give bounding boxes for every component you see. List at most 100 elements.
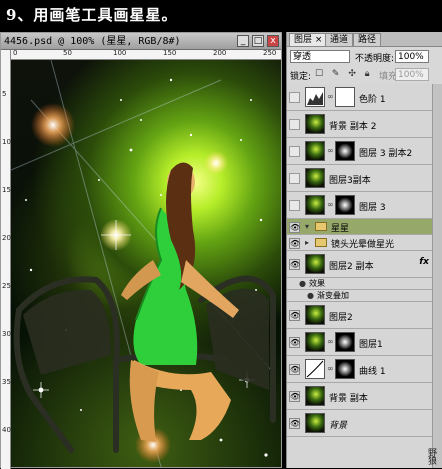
layer-row[interactable]: 👁︎ ∞ 图层1 xyxy=(287,329,433,356)
layer-row[interactable]: ∞ 色阶 1 xyxy=(287,84,433,111)
layer-thumbnail xyxy=(305,141,325,161)
lock-label: 锁定: xyxy=(290,72,312,82)
layer-name: 图层2 副本 xyxy=(329,262,374,272)
layer-name: 图层3副本 xyxy=(329,176,371,186)
tab-paths[interactable]: 路径 xyxy=(353,33,382,46)
document-window: 4456.psd @ 100% (星星, RGB/8#) _ □ x 0 50 10… xyxy=(0,32,282,469)
layers-panel: 图层 × 通道 路径 穿透 不透明度: 100% 锁定: ☐ ✎ ✣ 🔒︎ 填充… xyxy=(286,32,442,468)
ruler-tick-label: 10 xyxy=(2,138,11,146)
layer-row[interactable]: 图层3副本 xyxy=(287,165,433,192)
ruler-tick-label: 250 xyxy=(263,49,277,57)
layer-name: 效果 xyxy=(309,279,325,288)
layer-mask-thumbnail[interactable] xyxy=(335,195,355,215)
opacity-input[interactable]: 100% xyxy=(395,50,429,63)
close-button[interactable]: x xyxy=(267,35,279,47)
layer-row[interactable]: 背景 副本 2 xyxy=(287,111,433,138)
maximize-button[interactable]: □ xyxy=(252,35,264,47)
link-chain-icon[interactable]: ∞ xyxy=(327,337,334,346)
eye-icon[interactable]: ● xyxy=(299,279,306,288)
layer-mask-thumbnail[interactable] xyxy=(335,359,355,379)
layer-effect-row[interactable]: ● 效果 xyxy=(287,278,433,290)
ruler-tick-label: 100 xyxy=(113,49,127,57)
layer-name: 图层2 xyxy=(329,313,353,323)
layer-mask-thumbnail[interactable] xyxy=(335,141,355,161)
folder-icon xyxy=(315,222,327,231)
document-titlebar[interactable]: 4456.psd @ 100% (星星, RGB/8#) _ □ x xyxy=(1,33,281,50)
eye-icon[interactable]: ● xyxy=(307,291,314,300)
layer-row[interactable]: ∞ 图层 3 xyxy=(287,192,433,219)
visibility-eye-icon[interactable]: 👁︎ xyxy=(289,391,300,402)
visibility-eye-icon[interactable]: 👁︎ xyxy=(289,259,300,270)
layer-row[interactable]: 👁︎ ▾ 星星 xyxy=(287,219,433,235)
blend-mode-select[interactable]: 穿透 xyxy=(290,50,350,63)
layer-thumbnail xyxy=(305,359,325,379)
visibility-eye-icon[interactable]: 👁︎ xyxy=(289,418,300,429)
minimize-button[interactable]: _ xyxy=(237,35,249,47)
layer-name: 图层 3 xyxy=(359,203,386,213)
layer-effect-row[interactable]: ● 渐变叠加 xyxy=(287,290,433,302)
ruler-tick-label: 30 xyxy=(2,330,11,338)
visibility-eye-icon[interactable] xyxy=(289,92,300,103)
ruler-tick-label: 15 xyxy=(2,186,11,194)
link-chain-icon[interactable]: ∞ xyxy=(327,364,334,373)
visibility-eye-icon[interactable]: 👁︎ xyxy=(289,337,300,348)
layer-thumbnail xyxy=(305,114,325,134)
document-title: 4456.psd @ 100% (星星, RGB/8#) xyxy=(4,36,181,47)
layers-list: ∞ 色阶 1 背景 副本 2 ∞ 图层 3 副本2 图层3副本 ∞ 图层 3 👁︎ ▾ 星星 👁︎ ▸ 镜… xyxy=(287,84,433,468)
visibility-eye-icon[interactable] xyxy=(289,173,300,184)
layer-name: 图层1 xyxy=(359,340,383,350)
ruler-horizontal: 0 50 100 150 200 250 xyxy=(11,49,281,60)
page-title: 9、用画笔工具画星星。 xyxy=(6,6,178,24)
chevron-down-icon[interactable]: ▾ xyxy=(305,222,309,231)
layer-thumbnail xyxy=(305,332,325,352)
layer-name: 背景 副本 xyxy=(329,394,368,404)
layer-fx-badge[interactable]: fx xyxy=(419,257,429,267)
ruler-vertical: 5 10 15 20 25 30 35 40 xyxy=(1,50,11,469)
layer-row[interactable]: ∞ 图层 3 副本2 xyxy=(287,138,433,165)
layer-thumbnail xyxy=(305,168,325,188)
layer-thumbnail xyxy=(305,386,325,406)
layer-row[interactable]: 👁︎ 背景 副本 xyxy=(287,383,433,410)
ruler-tick-label: 0 xyxy=(13,49,18,57)
layer-row[interactable]: 👁︎ ∞ 曲线 1 xyxy=(287,356,433,383)
folder-icon xyxy=(315,238,327,247)
visibility-eye-icon[interactable]: 👁︎ xyxy=(289,364,300,375)
ruler-tick-label: 150 xyxy=(163,49,177,57)
layer-mask-thumbnail[interactable] xyxy=(335,87,355,107)
lock-icons[interactable]: ☐ ✎ ✣ 🔒︎ xyxy=(315,69,373,79)
layer-name: 色阶 1 xyxy=(359,95,386,105)
visibility-eye-icon[interactable]: 👁︎ xyxy=(289,238,300,249)
visibility-eye-icon[interactable] xyxy=(289,200,300,211)
chevron-right-icon[interactable]: ▸ xyxy=(305,238,309,247)
layer-name: 曲线 1 xyxy=(359,367,386,377)
visibility-eye-icon[interactable] xyxy=(289,146,300,157)
layer-row[interactable]: 👁︎ 图层2 xyxy=(287,302,433,329)
layer-row[interactable]: 👁︎ 背景 xyxy=(287,410,433,437)
ruler-tick-label: 200 xyxy=(213,49,227,57)
ruler-tick-label: 35 xyxy=(2,378,11,386)
link-chain-icon[interactable]: ∞ xyxy=(327,200,334,209)
layer-mask-thumbnail[interactable] xyxy=(335,332,355,352)
link-chain-icon[interactable]: ∞ xyxy=(327,146,334,155)
layer-name: 图层 3 副本2 xyxy=(359,149,413,159)
layer-row[interactable]: 👁︎ 图层2 副本 fx xyxy=(287,251,433,278)
author-seal: 野狼 xyxy=(426,448,436,464)
ruler-tick-label: 50 xyxy=(63,49,72,57)
layer-name: 渐变叠加 xyxy=(317,291,349,300)
tab-channels[interactable]: 通道 xyxy=(325,33,354,46)
layer-thumbnail xyxy=(305,254,325,274)
visibility-eye-icon[interactable]: 👁︎ xyxy=(289,222,300,233)
image-canvas[interactable] xyxy=(11,60,281,467)
ruler-tick-label: 5 xyxy=(2,90,7,98)
link-chain-icon[interactable]: ∞ xyxy=(327,92,334,101)
layer-thumbnail xyxy=(305,305,325,325)
tab-layers[interactable]: 图层 × xyxy=(289,33,328,46)
visibility-eye-icon[interactable]: 👁︎ xyxy=(289,310,300,321)
layer-thumbnail xyxy=(305,413,325,433)
layer-row[interactable]: 👁︎ ▸ 镜头光晕做星光 xyxy=(287,235,433,251)
ruler-tick-label: 25 xyxy=(2,282,11,290)
panel-tabs: 图层 × 通道 路径 xyxy=(287,32,442,47)
layers-scrollbar[interactable] xyxy=(432,84,442,468)
visibility-eye-icon[interactable] xyxy=(289,119,300,130)
fill-input[interactable]: 100% xyxy=(395,68,429,81)
